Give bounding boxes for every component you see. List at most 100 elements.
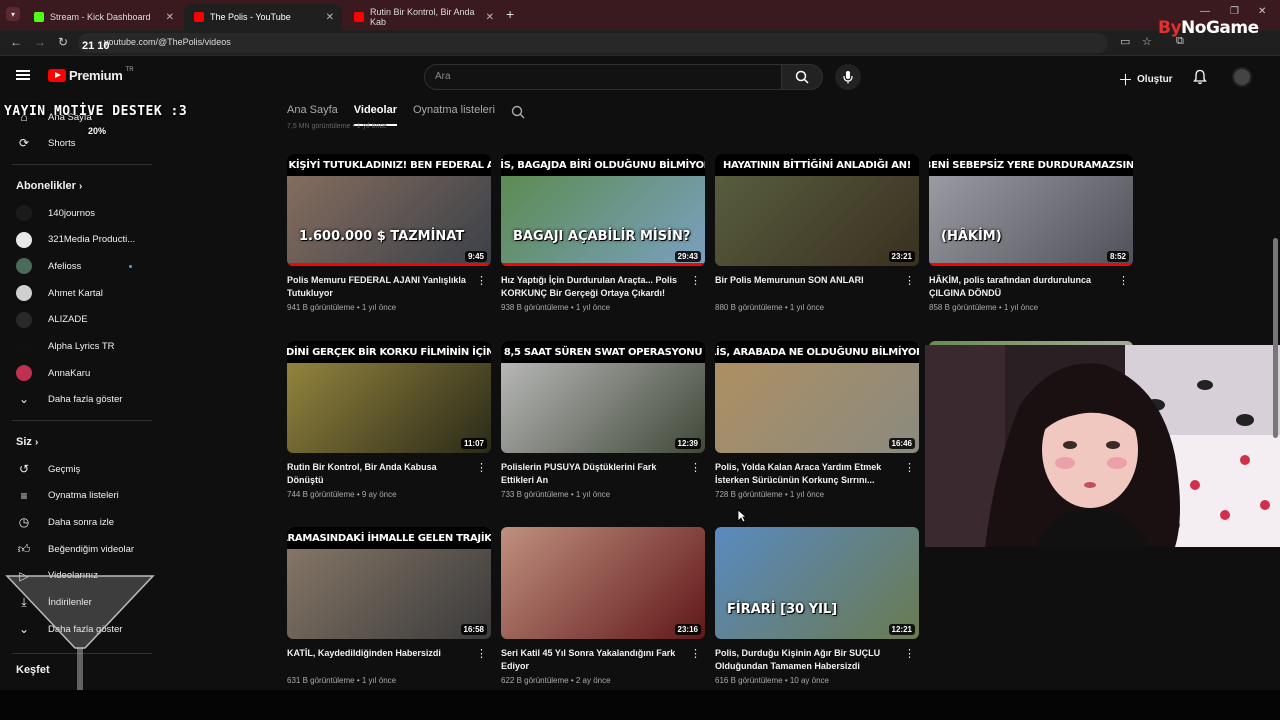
video-card[interactable]: FİRARİ [30 YIL] 12:21 Polis, Durduğu Kişin… [715,527,919,685]
new-tab-button[interactable]: + [506,6,514,22]
video-title[interactable]: Polislerin PUSUYA Düştüklerini Fark Etti… [501,461,687,487]
video-card[interactable]: ÜST ARAMASINDAKİ İHMALLE GELEN TRAJİK SO… [287,527,491,685]
video-title[interactable]: Bir Polis Memurunun SON ANLARI [715,274,901,300]
search-input[interactable]: Ara [424,64,782,90]
video-title[interactable]: Rutin Bir Kontrol, Bir Anda Kabusa Dönüş… [287,461,473,487]
forward-icon[interactable]: → [34,35,46,49]
sidebar-subscription-item[interactable]: ALIZADE [0,307,152,333]
subscription-label: ALIZADE [48,314,88,326]
more-options-icon[interactable]: ⋮ [476,461,487,474]
subscription-label: AnnaKaru [48,367,91,379]
video-meta: 631 B görüntüleme • 1 yıl önce [287,676,397,685]
plus-icon: ＋ [1118,72,1134,89]
video-title[interactable]: Polis, Durduğu Kişinin Ağır Bir SUÇLU Ol… [715,647,901,673]
you-heading[interactable]: Siz › [16,436,38,448]
video-title[interactable]: KATİL, Kaydedildiğinden Habersizdi [287,647,473,673]
account-avatar[interactable] [1232,67,1252,87]
more-options-icon[interactable]: ⋮ [690,647,701,660]
more-options-icon[interactable]: ⋮ [476,647,487,660]
subscriptions-heading[interactable]: Abonelikler › [16,180,82,192]
back-icon[interactable]: ← [10,35,22,49]
video-card[interactable]: BENİ SEBEPSİZ YERE DURDURAMAZSIN! (HÂKİM)… [929,154,1133,312]
youtube-logo[interactable]: Premium TR [48,67,134,83]
subscription-label: Afelioss [48,260,82,272]
more-options-icon[interactable]: ⋮ [904,461,915,474]
address-bar-row: ← → ↻ youtube.com/@ThePolis/videos ▭ ☆ ⧉ [0,30,1280,56]
video-title[interactable]: Seri Katil 45 Yıl Sonra Yakalandığını Fa… [501,647,687,673]
voice-search-button[interactable] [835,64,861,90]
video-thumbnail[interactable]: HAYATININ BİTTİĞİNİ ANLADIĞI AN! 23:21 [715,154,919,266]
more-options-icon[interactable]: ⋮ [690,274,701,287]
bookmark-star-icon[interactable]: ☆ [1142,35,1152,48]
minimize-icon[interactable]: — [1200,6,1210,17]
youtube-play-icon [48,69,66,82]
sidebar-subscription-item[interactable]: AnnaKaru [0,360,152,386]
tab-list-dropdown[interactable]: ▾ [6,7,20,21]
watch-progress-bar [287,263,491,266]
menu-icon[interactable] [16,70,30,80]
video-card[interactable]: 23:16 Seri Katil 45 Yıl Sonra Yakalandığı… [501,527,705,685]
sidebar-subscription-item[interactable]: Afelioss [0,253,152,279]
playlists-icon: ≡ [20,488,28,503]
history-icon: ↺ [18,462,30,476]
sidebar-item-shorts[interactable]: ⟳ Shorts [0,130,152,156]
channel-search-icon[interactable] [511,105,525,119]
video-thumbnail[interactable]: FİRARİ [30 YIL] 12:21 [715,527,919,639]
video-thumbnail[interactable]: POLİS, KENDİNİ GERÇEK BİR KORKU FİLMİNİN… [287,341,491,453]
notifications-button[interactable] [1193,69,1207,90]
reload-icon[interactable]: ↻ [58,35,68,49]
webcam-overlay [925,345,1280,547]
sidebar-item-like[interactable]: 👍︎ Beğendiğim videolar [0,536,152,562]
video-card[interactable]: POLİS, KENDİNİ GERÇEK BİR KORKU FİLMİNİN… [287,341,491,499]
video-title[interactable]: Polis, Yolda Kalan Araca Yardım Etmek İs… [715,461,901,487]
scrollbar-thumb[interactable] [1273,238,1278,438]
video-thumbnail[interactable]: POLİS, BAGAJDA BİRİ OLDUĞUNU BİLMİYORDU B… [501,154,705,266]
video-card[interactable]: HAYATININ BİTTİĞİNİ ANLADIĞI AN! 23:21 Bir… [715,154,919,312]
chevron-right-icon: › [78,181,83,192]
video-thumbnail[interactable]: ÜST ARAMASINDAKİ İHMALLE GELEN TRAJİK SO… [287,527,491,639]
video-thumbnail[interactable]: POLİS, ARABADA NE OLDUĞUNU BİLMİYORDU 16:… [715,341,919,453]
sidebar-subscription-item[interactable]: 321Media Producti... [0,227,152,253]
more-options-icon[interactable]: ⋮ [690,461,701,474]
video-card[interactable]: 8,5 SAAT SÜREN SWAT OPERASYONU 12:39 Polis… [501,341,705,499]
video-thumbnail[interactable]: 23:16 [501,527,705,639]
sidebar-item-playlists[interactable]: ≡ Oynatma listeleri [0,483,152,509]
browser-tab-kick[interactable]: Stream - Kick Dashboard ✕ [24,4,182,30]
channel-avatar [16,365,32,382]
sidebar-subscription-item[interactable]: Ahmet Kartal [0,280,152,306]
close-tab-icon[interactable]: ✕ [166,12,174,23]
maximize-icon[interactable]: ❐ [1230,6,1239,17]
more-options-icon[interactable]: ⋮ [1118,274,1129,287]
browser-tab-video[interactable]: Rutin Bir Kontrol, Bir Anda Kab ✕ [344,4,502,30]
sidebar-show-more[interactable]: ⌄ Daha fazla göster [0,386,152,412]
sidebar-item-watch-later[interactable]: ◷ Daha sonra izle [0,509,152,535]
video-thumbnail[interactable]: BENİ SEBEPSİZ YERE DURDURAMAZSIN! (HÂKİM)… [929,154,1133,266]
close-tab-icon[interactable]: ✕ [486,12,494,23]
tab-playlists[interactable]: Oynatma listeleri [413,104,495,126]
close-window-icon[interactable]: ✕ [1258,6,1266,17]
video-title[interactable]: Hız Yaptığı İçin Durdurulan Araçta... Po… [501,274,687,300]
video-meta: 733 B görüntüleme • 1 yıl önce [501,490,611,499]
video-thumbnail[interactable]: 8,5 SAAT SÜREN SWAT OPERASYONU 12:39 [501,341,705,453]
url-field[interactable]: youtube.com/@ThePolis/videos [78,33,1108,53]
sidebar-item-history[interactable]: ↺ Geçmiş [0,456,152,482]
sidebar-subscription-item[interactable]: Alpha Lyrics TR [0,334,152,360]
video-card[interactable]: YANLIŞ KİŞİYİ TUTUKLADINIZ! BEN FEDERAL … [287,154,491,312]
cast-icon[interactable]: ▭ [1120,35,1130,48]
video-card[interactable]: POLİS, BAGAJDA BİRİ OLDUĞUNU BİLMİYORDU B… [501,154,705,312]
video-title[interactable]: Polis Memuru FEDERAL AJANI Yanlışlıkla T… [287,274,473,300]
create-button[interactable]: ＋ Oluştur [1118,69,1173,90]
channel-avatar [16,258,32,275]
video-card[interactable]: POLİS, ARABADA NE OLDUĞUNU BİLMİYORDU 16:… [715,341,919,499]
video-thumbnail[interactable]: YANLIŞ KİŞİYİ TUTUKLADINIZ! BEN FEDERAL … [287,154,491,266]
page-scrollbar[interactable] [1270,98,1280,690]
channel-avatar [16,205,32,221]
close-tab-icon[interactable]: ✕ [326,12,334,23]
video-title[interactable]: HÂKİM, polis tarafından durdurulunca ÇIL… [929,274,1115,300]
browser-tab-youtube[interactable]: The Polis - YouTube ✕ [184,4,342,30]
more-options-icon[interactable]: ⋮ [904,274,915,287]
sidebar-subscription-item[interactable]: 140journos [0,200,152,226]
search-button[interactable] [781,64,823,90]
more-options-icon[interactable]: ⋮ [904,647,915,660]
more-options-icon[interactable]: ⋮ [476,274,487,287]
